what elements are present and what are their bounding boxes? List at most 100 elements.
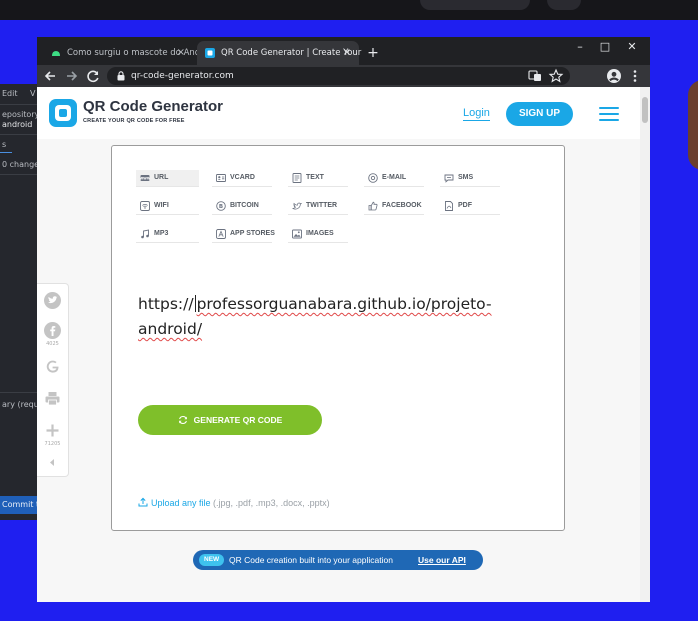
qr-type-label: PDF <box>458 202 472 209</box>
qr-type-label: TEXT <box>306 174 324 181</box>
facebook-share-icon[interactable] <box>44 322 61 339</box>
generate-label: GENERATE QR CODE <box>193 415 283 425</box>
commit-button: Commit to <box>0 496 38 514</box>
qr-type-label: VCARD <box>230 174 255 181</box>
qr-type-email[interactable]: E-MAIL <box>364 170 424 187</box>
text-icon <box>292 173 302 183</box>
summary-field: ary (requir <box>2 400 38 409</box>
music-note-icon <box>141 229 149 239</box>
url-input-field[interactable]: https://professorguanabara.github.io/pro… <box>138 292 538 342</box>
tab-strip: Como surgiu o mascote do Andr × QR Code … <box>37 37 650 65</box>
browser-toolbar: qr-code-generator.com <box>37 65 650 87</box>
browser-window: Como surgiu o mascote do Andr × QR Code … <box>37 37 650 602</box>
close-tab-icon[interactable]: × <box>343 41 351 65</box>
upload-file-link[interactable]: Upload any file <box>151 498 211 508</box>
qr-type-app-stores[interactable]: APP STORES <box>212 226 275 243</box>
profile-icon <box>607 69 621 83</box>
plus-share-icon[interactable] <box>44 422 61 439</box>
hamburger-menu-icon[interactable] <box>599 107 619 122</box>
qr-type-label: APP STORES <box>230 230 275 237</box>
url-host: professorguanabara.github.io/projeto- <box>196 295 492 313</box>
bitcoin-icon: B <box>216 201 226 211</box>
qr-type-url[interactable]: www URL <box>136 170 199 187</box>
menu-bar <box>599 113 619 116</box>
android-icon <box>52 51 60 56</box>
divider <box>0 174 38 175</box>
qr-type-label: TWITTER <box>306 202 338 209</box>
new-tab-button[interactable]: + <box>365 41 381 65</box>
translate-glyph-icon <box>528 70 541 81</box>
qr-type-sms[interactable]: SMS <box>440 170 500 187</box>
arrow-left-icon <box>44 71 55 81</box>
page-scrollbar[interactable] <box>640 87 650 602</box>
lock-icon <box>117 71 125 81</box>
logo-core <box>59 109 67 117</box>
screen-top-dot <box>547 0 581 10</box>
new-badge: NEW <box>199 554 225 566</box>
qr-type-images[interactable]: IMAGES <box>288 226 348 243</box>
signup-button[interactable]: SIGN UP <box>506 102 573 126</box>
upload-formats: (.jpg, .pdf, .mp3, .docx, .pptx) <box>210 498 330 508</box>
menu-bar <box>599 119 619 122</box>
qr-type-twitter[interactable]: TWITTER <box>288 198 348 215</box>
url-path: android/ <box>138 320 203 338</box>
browser-menu-button[interactable] <box>626 67 644 85</box>
twitter-icon <box>292 202 302 210</box>
use-api-link[interactable]: Use our API <box>418 550 466 570</box>
upload-icon <box>138 497 148 507</box>
qr-type-text[interactable]: TEXT <box>288 170 348 187</box>
maximize-button[interactable]: □ <box>592 39 618 55</box>
minimize-button[interactable]: – <box>567 39 593 55</box>
url-scheme: https:// <box>138 295 194 313</box>
generate-qr-button[interactable]: GENERATE QR CODE <box>138 405 322 435</box>
qr-type-bitcoin[interactable]: B BITCOIN <box>212 198 272 215</box>
pdf-icon <box>445 201 453 211</box>
divider <box>0 392 38 393</box>
background-editor-app: Edit V epository android s 0 change ary … <box>0 84 38 520</box>
qr-type-label: WIFI <box>154 202 169 209</box>
tab-underline <box>0 152 12 153</box>
url-text: qr-code-generator.com <box>131 71 234 81</box>
address-bar[interactable]: qr-code-generator.com <box>107 67 570 85</box>
url-icon: www <box>140 175 150 181</box>
divider <box>0 134 38 135</box>
email-icon <box>368 173 378 183</box>
twitter-share-icon[interactable] <box>44 292 61 309</box>
scrollbar-thumb[interactable] <box>642 97 648 123</box>
sms-icon <box>444 174 454 183</box>
forward-button[interactable] <box>61 66 81 86</box>
close-window-button[interactable]: ✕ <box>619 39 645 55</box>
qr-type-label: URL <box>154 174 169 181</box>
close-tab-icon[interactable]: × <box>177 41 185 65</box>
profile-avatar[interactable] <box>605 67 623 85</box>
menu-view: V <box>30 89 36 98</box>
reload-button[interactable] <box>83 66 103 86</box>
screen-top-bar <box>0 0 698 20</box>
collapse-arrow-icon[interactable] <box>44 454 61 471</box>
vcard-icon <box>216 174 226 182</box>
qr-type-label: FACEBOOK <box>382 202 422 209</box>
qr-favicon-icon <box>205 48 215 58</box>
qr-type-pdf[interactable]: PDF <box>440 198 500 215</box>
tab-qr-generator[interactable]: QR Code Generator | Create Your × <box>197 41 361 65</box>
back-button[interactable] <box>41 66 61 86</box>
kebab-menu-icon <box>633 70 637 82</box>
qr-type-vcard[interactable]: VCARD <box>212 170 272 187</box>
bookmark-star-icon[interactable] <box>547 67 565 85</box>
repository-name: android <box>2 120 33 129</box>
text-caret <box>194 295 196 312</box>
qr-type-wifi[interactable]: WIFI <box>136 198 199 215</box>
tab-mascote[interactable]: Como surgiu o mascote do Andr × <box>43 41 204 65</box>
menu-edit: Edit <box>2 89 18 98</box>
app-stores-icon <box>216 229 226 239</box>
qr-logo-icon[interactable] <box>49 99 77 127</box>
qr-type-facebook[interactable]: FACEBOOK <box>364 198 424 215</box>
login-link[interactable]: Login <box>463 107 490 121</box>
qr-form-card: www URL VCARD TEXT E-MAIL SMS WIFI B BIT… <box>111 145 565 531</box>
translate-icon[interactable] <box>526 67 544 85</box>
qr-type-mp3[interactable]: MP3 <box>136 226 199 243</box>
svg-text:www: www <box>140 176 150 181</box>
print-icon[interactable] <box>44 390 61 407</box>
google-share-icon[interactable] <box>44 358 61 375</box>
site-title[interactable]: QR Code Generator <box>83 98 223 115</box>
